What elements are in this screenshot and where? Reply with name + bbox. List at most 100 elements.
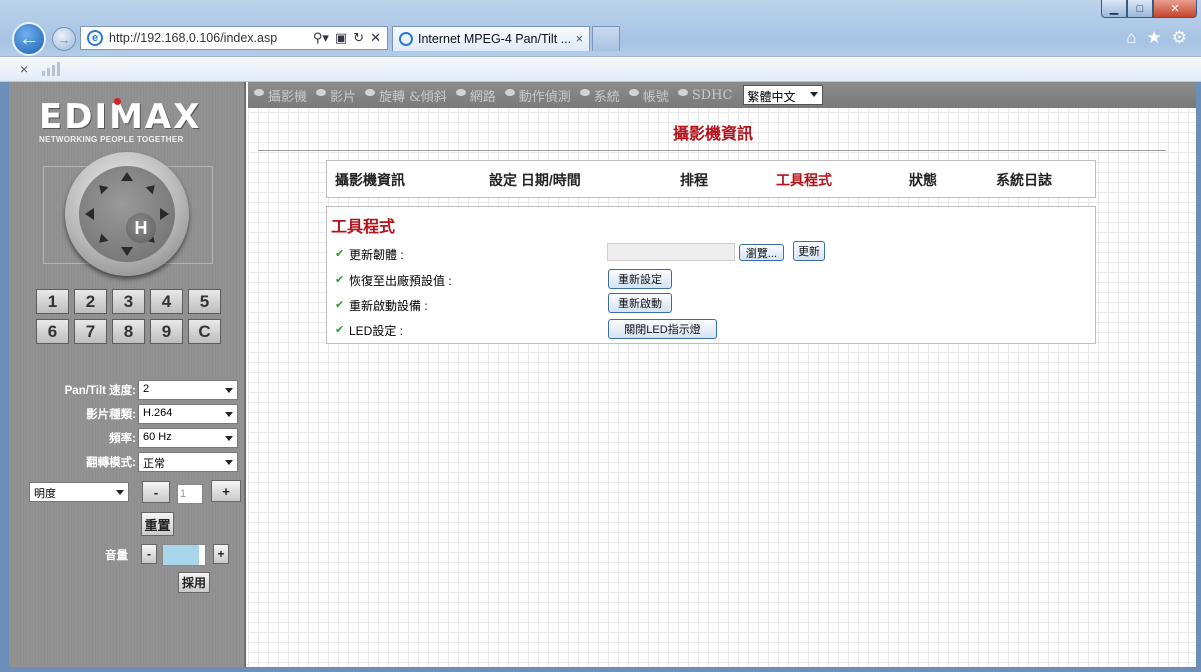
signal-icon [42,62,61,76]
adjust-plus-button[interactable]: + [211,480,241,502]
gear-icon[interactable]: ⚙ [1172,28,1187,48]
minimize-icon[interactable]: ▁ [1101,0,1127,18]
browse-button[interactable]: 瀏覽... [739,244,784,261]
preset-button[interactable]: 3 [112,289,145,314]
arrow-right-icon[interactable] [160,208,169,220]
chevron-down-icon [225,412,233,417]
chevron-down-icon [225,460,233,465]
window-controls: ▁ □ ✕ [1101,0,1197,18]
nav-account[interactable]: 帳號 [628,86,669,105]
preset-button[interactable]: 6 [36,319,69,344]
firmware-file-field[interactable] [607,243,735,261]
nav-system[interactable]: 系統 [579,86,620,105]
check-icon: ✔ [335,299,345,311]
nav-pan-tilt-label: 旋轉 &傾斜 [379,89,447,105]
home-position-button[interactable]: H [126,213,156,243]
subnav-schedule[interactable]: 排程 [680,170,708,190]
subnav-system-log[interactable]: 系統日誌 [996,170,1052,190]
logo-brand: EDIMAX [39,97,202,137]
search-icon[interactable]: ⚲▾ [313,30,329,46]
nav-video[interactable]: 影片 [316,86,356,105]
compat-icon[interactable]: ▣ [335,30,347,46]
video-type-select[interactable]: H.264 [138,404,238,424]
command-bar-close-icon[interactable]: × [20,61,28,77]
adjust-level-field[interactable]: 1 [177,484,203,504]
volume-label: 音量 [105,550,128,562]
frequency-row: 頻率: 60 Hz [9,428,246,448]
image-adjust-value: 明度 [34,488,56,500]
nav-bullet-icon [579,89,590,96]
preset-button[interactable]: 9 [150,319,183,344]
subnav-status[interactable]: 狀態 [909,170,937,190]
arrow-left-icon[interactable] [85,208,94,220]
volume-plus-button[interactable]: + [213,544,229,564]
preset-button[interactable]: 8 [112,319,145,344]
ie-icon: e [87,30,103,46]
arrow-down-left-icon[interactable] [95,233,109,247]
nav-motion-detection[interactable]: 動作偵測 [504,86,571,105]
pantilt-speed-select[interactable]: 2 [138,380,238,400]
address-url[interactable]: http://192.168.0.106/index.asp [109,31,313,45]
ptz-inner-ring: H [79,166,175,262]
nav-bullet-icon [365,89,376,96]
reboot-label: 重新啟動設備 : [349,299,428,313]
chevron-down-icon [225,388,233,393]
preset-button[interactable]: 7 [74,319,107,344]
flip-mode-select[interactable]: 正常 [138,452,238,472]
factory-reset-button[interactable]: 重新設定 [608,269,672,289]
reset-button[interactable]: 重置 [141,512,174,536]
check-icon: ✔ [335,324,345,336]
stop-icon[interactable]: ✕ [370,30,381,46]
title-divider [258,150,1166,151]
top-navigation: 攝影機 影片 旋轉 &傾斜 網路 動作偵測 系統 帳號 SDHC 繁體中文 [248,82,1196,108]
volume-meter [162,544,206,566]
new-tab-button[interactable] [592,26,620,51]
nav-bullet-icon [316,89,327,96]
volume-minus-button[interactable]: - [141,544,157,564]
flip-mode-label: 翻轉模式: [86,457,136,469]
preset-button[interactable]: C [188,319,221,344]
back-button[interactable]: ← [12,22,46,56]
arrow-up-icon[interactable] [121,172,133,181]
browser-tab[interactable]: Internet MPEG-4 Pan/Tilt ... × [392,26,590,51]
close-window-icon[interactable]: ✕ [1153,0,1197,18]
arrow-up-left-icon[interactable] [95,181,109,195]
nav-pan-tilt[interactable]: 旋轉 &傾斜 [365,86,447,105]
flip-mode-row: 翻轉模式: 正常 [9,452,246,472]
refresh-icon[interactable]: ↻ [353,30,364,46]
favorites-icon[interactable]: ★ [1147,28,1162,48]
address-bar[interactable]: e http://192.168.0.106/index.asp ⚲▾ ▣ ↻ … [80,26,388,50]
apply-button[interactable]: 採用 [178,572,210,593]
led-off-button[interactable]: 關閉LED指示燈 [608,319,717,339]
preset-button[interactable]: 1 [36,289,69,314]
forward-button[interactable]: → [52,27,76,51]
preset-button[interactable]: 2 [74,289,107,314]
factory-reset-label: 恢復至出廠預設值 : [349,274,452,288]
chevron-down-icon [810,92,819,97]
frequency-select[interactable]: 60 Hz [138,428,238,448]
image-adjust-select[interactable]: 明度 [29,482,129,502]
pantilt-speed-row: Pan/Tilt 速度: 2 [9,380,246,400]
arrow-up-right-icon[interactable] [145,181,159,195]
preset-button[interactable]: 5 [188,289,221,314]
adjust-minus-button[interactable]: - [142,481,170,503]
frequency-value: 60 Hz [143,431,172,443]
nav-sdhc[interactable]: SDHC [677,87,733,103]
update-firmware-button[interactable]: 更新 [793,241,825,261]
tab-close-icon[interactable]: × [576,32,583,46]
reboot-button[interactable]: 重新啟動 [608,293,672,313]
nav-camera[interactable]: 攝影機 [254,86,307,105]
panel-title: 工具程式 [331,217,396,236]
home-icon[interactable]: ⌂ [1126,28,1136,48]
subnav-utilities[interactable]: 工具程式 [776,170,832,190]
arrow-down-icon[interactable] [121,247,133,256]
subnav-date-time[interactable]: 設定 日期/時間 [489,170,581,190]
language-select[interactable]: 繁體中文 [743,85,824,105]
nav-network[interactable]: 網路 [455,86,496,105]
preset-button[interactable]: 4 [150,289,183,314]
reboot-row: ✔ 重新啟動設備 : 重新啟動 [335,293,1075,316]
subnav-camera-info[interactable]: 攝影機資訊 [335,170,405,190]
nav-sdhc-label: SDHC [691,87,733,103]
maximize-icon[interactable]: □ [1127,0,1153,18]
nav-bullet-icon [677,89,688,96]
